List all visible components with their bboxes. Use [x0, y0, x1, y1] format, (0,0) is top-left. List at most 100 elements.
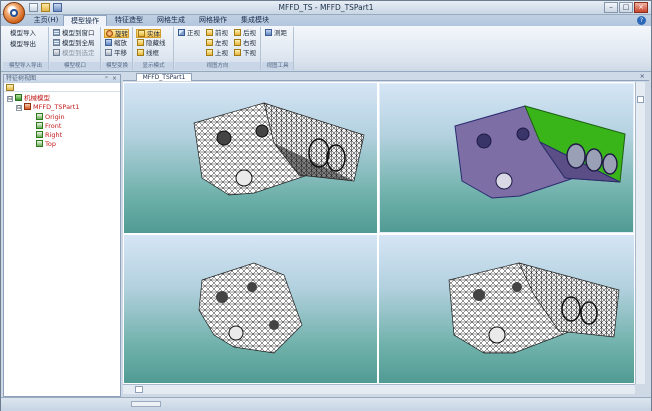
viewport-pane-bottom-left[interactable] [124, 235, 377, 383]
hidden-line-button[interactable]: 隐藏线 [136, 39, 166, 48]
ribbon-tab-bar: 主页(H) 模型操作 特征造型 网格生成 网格操作 集成模块 ? [1, 15, 651, 26]
viewport-pane-top-left[interactable] [124, 83, 377, 233]
hidden-line-icon [137, 39, 144, 46]
top-view-button[interactable]: 上视 [205, 49, 228, 58]
measure-button[interactable]: 测距 [264, 29, 287, 38]
tree-node-origin[interactable]: Origin [36, 113, 65, 121]
front-view-button[interactable]: 前视 [205, 29, 228, 38]
tab-integration[interactable]: 集成模块 [235, 15, 275, 26]
datum-plane-icon [36, 113, 43, 120]
collapse-icon[interactable]: ⊟ [16, 105, 22, 111]
left-view-button[interactable]: 左视 [205, 39, 228, 48]
tab-mesh-ops[interactable]: 网格操作 [193, 15, 233, 26]
solid-mode-button[interactable]: 实体 [136, 29, 161, 38]
document-tab[interactable]: MFFD_TSPart1 [136, 73, 192, 81]
fit-window-button[interactable]: 模型到窗口 [52, 29, 95, 38]
wireframe-button[interactable]: 线框 [136, 49, 159, 58]
back-view-icon [234, 29, 241, 36]
viewport-pane-top-right[interactable] [379, 83, 634, 233]
group-import-export: 模型导入 模型导出 模型导入导出 [3, 27, 49, 70]
fit-selected-button[interactable]: 模型到选定 [52, 49, 95, 58]
back-view-label: 后视 [243, 29, 256, 37]
pan-label: 平移 [114, 49, 127, 57]
pan-button[interactable]: 平移 [104, 49, 127, 58]
tree-node-root[interactable]: ⊟ 机械模型 [7, 94, 50, 102]
top-view-label: 上视 [215, 49, 228, 57]
window-title: MFFD_TS - MFFD_TSPart1 [278, 3, 374, 12]
wireframe-icon [137, 49, 144, 56]
tab-model-ops[interactable]: 模型操作 [63, 15, 107, 26]
import-model-button[interactable]: 模型导入 [9, 29, 36, 38]
help-icon[interactable]: ? [637, 16, 646, 25]
close-document-icon[interactable]: × [640, 72, 645, 80]
right-view-icon [234, 39, 241, 46]
bottom-view-button[interactable]: 下视 [233, 49, 256, 58]
solid-label: 实体 [147, 30, 160, 38]
bottom-view-label: 下视 [243, 49, 256, 57]
panel-header: 特征树视图 ᵖ × [4, 75, 120, 83]
tree-node-top[interactable]: Top [36, 140, 56, 148]
close-window-button[interactable]: × [634, 2, 648, 13]
group-transform: 旋转 缩放 平移 模型变换 [102, 27, 133, 70]
fit-window-icon [53, 29, 60, 36]
close-panel-icon[interactable]: × [112, 75, 117, 83]
iso-view-button[interactable]: 正视 [177, 29, 200, 38]
tab-mesh-generation[interactable]: 网格生成 [151, 15, 191, 26]
folder-icon[interactable] [6, 84, 14, 91]
minimize-button[interactable]: – [604, 2, 618, 13]
mesh-model-side [198, 262, 303, 354]
viewport-area[interactable] [123, 82, 635, 384]
zoom-button[interactable]: 缩放 [104, 39, 127, 48]
iso-view-label: 正视 [187, 29, 200, 37]
fit-selected-icon [53, 49, 60, 56]
datum-plane-icon [36, 131, 43, 138]
viewport-pane-bottom-right[interactable] [379, 235, 634, 383]
horizontal-scrollbar[interactable] [123, 384, 635, 394]
zoom-icon [105, 39, 112, 46]
fit-global-icon [53, 39, 60, 46]
maximize-button[interactable]: □ [619, 2, 633, 13]
tree-node-right[interactable]: Right [36, 131, 62, 139]
datum-plane-icon [36, 122, 43, 129]
group-caption: 显示模式 [134, 62, 173, 70]
back-view-button[interactable]: 后视 [233, 29, 256, 38]
tree-node-part[interactable]: ⊟ MFFD_TSPart1 [16, 103, 79, 111]
ribbon-panel: 模型导入 模型导出 模型导入导出 模型到窗口 模型到全局 模型到选定 模型视口 … [1, 26, 651, 72]
window-controls: – □ × [604, 2, 648, 13]
front-view-label: 前视 [215, 29, 228, 37]
right-view-label: 右视 [243, 39, 256, 47]
group-caption: 视图工具 [262, 62, 293, 70]
fit-global-button[interactable]: 模型到全局 [52, 39, 95, 48]
front-view-icon [206, 29, 213, 36]
group-caption: 视图方向 [175, 62, 260, 70]
tab-home[interactable]: 主页(H) [31, 15, 61, 26]
collapse-icon[interactable]: ⊟ [7, 96, 13, 102]
vertical-scrollbar[interactable] [635, 82, 645, 384]
hidden-line-label: 隐藏线 [146, 39, 166, 47]
panel-title: 特征树视图 [6, 75, 37, 82]
tree-node-label: 机械模型 [24, 94, 50, 102]
export-model-button[interactable]: 模型导出 [9, 40, 36, 49]
tab-feature-modeling[interactable]: 特征造型 [109, 15, 149, 26]
feature-tree-panel: 特征树视图 ᵖ × ⊟ 机械模型 ⊟ MFFD_TSPart1 Origin Fro… [3, 74, 121, 397]
tree-node-label: MFFD_TSPart1 [33, 103, 80, 111]
left-view-label: 左视 [215, 39, 228, 47]
rotate-button[interactable]: 旋转 [104, 29, 129, 38]
document-tab-bar: MFFD_TSPart1 × [123, 72, 649, 81]
application-window: MFFD_TS - MFFD_TSPart1 – □ × 主页(H) 模型操作 … [0, 0, 652, 411]
tree-node-front[interactable]: Front [36, 122, 61, 130]
app-logo-icon [10, 9, 18, 17]
scroll-thumb[interactable] [135, 386, 143, 393]
right-view-button[interactable]: 右视 [233, 39, 256, 48]
rotate-label: 旋转 [115, 30, 128, 38]
application-menu-button[interactable] [3, 2, 25, 24]
assembly-icon [15, 94, 22, 101]
fit-window-label: 模型到窗口 [62, 29, 95, 37]
pin-icon[interactable]: ᵖ [105, 75, 108, 83]
tree-node-label: Front [45, 122, 62, 130]
solid-icon [138, 30, 145, 37]
rotate-icon [106, 30, 113, 37]
status-progress [131, 401, 161, 407]
scroll-thumb[interactable] [637, 96, 644, 103]
title-bar: MFFD_TS - MFFD_TSPart1 – □ × [1, 1, 651, 15]
